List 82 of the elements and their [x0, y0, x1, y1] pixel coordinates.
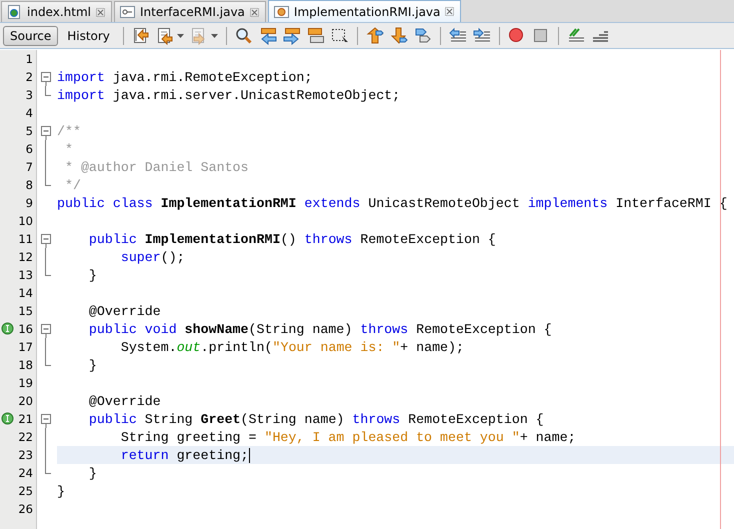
code-line: return greeting; [120, 448, 250, 462]
code-line: } [88, 466, 97, 480]
comment-lines-icon[interactable] [566, 26, 585, 44]
line-number: 9 [26, 196, 33, 210]
line-number: 22 [18, 430, 33, 444]
code-line: import java.rmi.server.UnicastRemoteObject; [57, 88, 400, 102]
dotted-selection-icon[interactable] [330, 26, 349, 44]
indent-left-icon[interactable] [448, 26, 467, 44]
collapse-icon[interactable] [41, 234, 51, 248]
indent-right-icon[interactable] [472, 26, 491, 44]
left-arrow-icon[interactable] [258, 26, 277, 44]
line-number: 23 [18, 448, 33, 462]
line-number: 4 [26, 106, 33, 120]
code-line: * [64, 142, 73, 156]
code-line: import java.rmi.RemoteException; [57, 70, 312, 84]
class-file-icon [274, 4, 289, 18]
collapse-icon[interactable] [41, 126, 51, 140]
code-line: } [57, 484, 65, 498]
view-mode-button[interactable]: History [60, 26, 117, 46]
code-line: public ImplementationRMI() throws RemoteException { [88, 232, 496, 246]
text-caret [248, 448, 250, 462]
code-line: System.out.println("Your name is: "+ name); [120, 340, 464, 354]
code-line: } [88, 358, 97, 372]
line-number: 25 [18, 484, 33, 498]
collapse-icon[interactable] [41, 414, 51, 428]
line-number: 17 [18, 340, 33, 354]
line-number: 1 [26, 52, 33, 66]
up-arrow-icon[interactable] [366, 26, 384, 44]
line-number: 8 [26, 178, 33, 192]
line-number: 20 [18, 394, 33, 408]
down-arrow-icon[interactable] [390, 26, 408, 44]
code-line: } [88, 268, 97, 282]
collapse-icon[interactable] [41, 72, 51, 86]
stacked-rectangles-icon[interactable] [306, 26, 325, 44]
page-arrow-icon[interactable] [132, 26, 150, 44]
line-number: 11 [18, 232, 33, 246]
code-line: * @author Daniel Santos [64, 160, 249, 174]
close-icon[interactable] [445, 7, 454, 16]
record-icon[interactable] [508, 26, 526, 44]
close-icon[interactable] [96, 8, 105, 16]
line-number: 16 [18, 322, 33, 336]
line-number: 24 [18, 466, 33, 480]
right-arrow-icon[interactable] [282, 26, 301, 44]
line-number: 10 [18, 214, 33, 228]
line-number: 7 [26, 160, 33, 174]
line-number: 21 [18, 412, 33, 426]
file-tab[interactable]: InterfaceRMI.java [114, 1, 266, 22]
line-number: 3 [26, 88, 33, 102]
line-number: 12 [18, 250, 33, 264]
implements-marker-icon[interactable] [1, 322, 14, 335]
stop-icon[interactable] [532, 26, 550, 44]
line-number: 2 [26, 70, 33, 84]
collapse-icon[interactable] [41, 324, 51, 338]
file-tab[interactable]: index.html [1, 1, 112, 22]
file-tab[interactable]: ImplementationRMI.java [268, 0, 462, 22]
code-line: @Override [88, 394, 161, 408]
line-number: 15 [18, 304, 33, 318]
line-number: 6 [26, 142, 33, 156]
view-mode-button[interactable]: Source [3, 26, 58, 46]
code-line: /** [57, 124, 81, 138]
code-line: public class ImplementationRMI extends UnicastRemoteObject implements InterfaceRMI { [57, 196, 728, 210]
line-number: 19 [18, 376, 33, 390]
code-line: @Override [88, 304, 161, 318]
close-icon[interactable] [250, 8, 259, 16]
document-globe-icon [7, 5, 22, 19]
code-line: String greeting = "Hey, I am pleased to meet you "+ name; [120, 430, 576, 444]
line-number: 26 [18, 502, 33, 516]
interface-file-icon [120, 5, 135, 19]
tag-icon[interactable] [414, 26, 432, 44]
line-number: 18 [18, 358, 33, 372]
code-line: public void showName(String name) throws RemoteException { [88, 322, 552, 336]
line-number: 14 [18, 286, 33, 300]
code-line: */ [64, 178, 81, 192]
fold-guide-line [45, 86, 51, 96]
page-arrow-icon[interactable] [156, 26, 174, 44]
implements-marker-icon[interactable] [1, 412, 14, 425]
line-number: 5 [26, 124, 33, 138]
search-icon[interactable] [234, 26, 253, 44]
code-line: super(); [120, 250, 185, 264]
caret-icon[interactable] [176, 34, 184, 38]
line-number: 13 [18, 268, 33, 282]
code-line: public String Greet(String name) throws RemoteException { [88, 412, 544, 426]
